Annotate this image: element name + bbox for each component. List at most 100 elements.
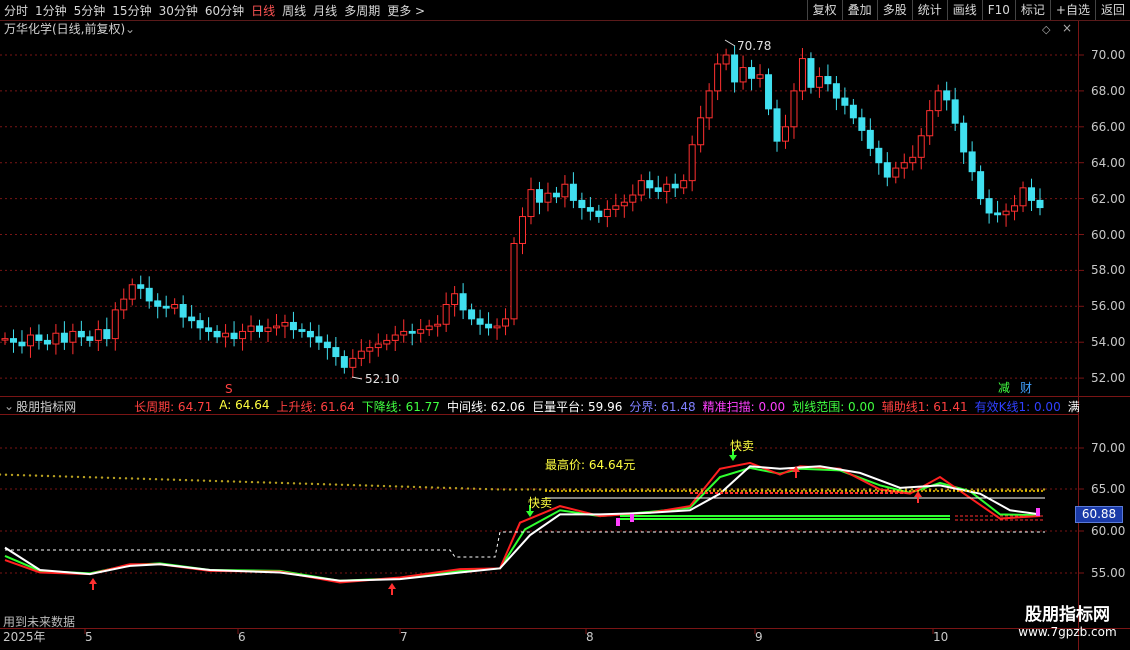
- candle-body: [60, 332, 68, 343]
- candle-body: [137, 284, 145, 289]
- candle-body: [773, 108, 781, 142]
- period-tab[interactable]: 月线: [313, 2, 337, 19]
- trend-dot: [358, 484, 362, 487]
- trend-dot: [388, 485, 392, 488]
- trend-dot: [130, 477, 134, 480]
- trend-dot: [754, 488, 758, 491]
- candle-body: [315, 336, 323, 343]
- up-arrow-icon: [89, 578, 97, 590]
- candle-body: [77, 330, 85, 338]
- chevron-down-icon[interactable]: ⌄: [125, 22, 135, 36]
- candle-body: [196, 320, 204, 329]
- candle-body: [960, 122, 968, 153]
- toolbar-button[interactable]: 返回: [1094, 0, 1130, 20]
- candle-body: [213, 330, 221, 338]
- candle-body: [561, 183, 569, 198]
- candle-body: [256, 325, 264, 332]
- period-tab[interactable]: 60分钟: [205, 2, 244, 19]
- trend-dot: [136, 477, 140, 480]
- toolbar-button[interactable]: 叠加: [841, 0, 877, 20]
- candle-body: [145, 287, 153, 302]
- candle-body: [849, 104, 857, 119]
- trend-dot: [274, 481, 278, 485]
- candle-body: [951, 99, 959, 124]
- candle-body: [468, 309, 476, 320]
- candle-body: [442, 304, 450, 325]
- period-tab[interactable]: 分时: [4, 2, 28, 19]
- candle-body: [230, 332, 238, 340]
- trend-dot: [52, 474, 56, 478]
- trend-dot: [766, 488, 770, 491]
- period-tab[interactable]: 周线: [282, 2, 306, 19]
- trend-dot: [436, 486, 440, 489]
- badge-cai[interactable]: 财: [1020, 381, 1032, 395]
- white-line: [4, 465, 1041, 582]
- toolbar-button[interactable]: 多股: [876, 0, 912, 20]
- trend-dot: [292, 482, 296, 485]
- s-marker: S: [225, 382, 233, 396]
- trend-dot: [400, 485, 404, 488]
- candle-body: [451, 293, 459, 306]
- toolbar-button[interactable]: F10: [981, 0, 1015, 20]
- period-tab[interactable]: 30分钟: [159, 2, 198, 19]
- trend-dot: [460, 487, 464, 490]
- toolbar-button[interactable]: 统计: [911, 0, 947, 20]
- candle-body: [688, 144, 696, 182]
- trend-dot: [208, 479, 212, 483]
- diamond-icon[interactable]: ◇: [1042, 23, 1050, 37]
- trend-dot: [478, 487, 482, 491]
- price-axis-label: 64.00: [1091, 155, 1126, 170]
- candle-body: [1011, 205, 1019, 212]
- trend-dot: [550, 488, 554, 491]
- candle-body: [111, 309, 119, 340]
- trend-dot: [466, 487, 470, 490]
- period-tab[interactable]: 多周期: [344, 2, 380, 19]
- trend-dot: [718, 488, 722, 491]
- candle-body: [247, 325, 255, 332]
- price-axis-label: 60.00: [1091, 227, 1126, 242]
- candle-body: [680, 180, 688, 189]
- price-axis-label: 66.00: [1091, 119, 1126, 134]
- trend-dot: [670, 488, 674, 491]
- trend-dot: [346, 483, 350, 487]
- trend-dot: [472, 487, 476, 490]
- candle-body: [552, 192, 560, 198]
- chevron-down-icon[interactable]: ⌄: [4, 399, 14, 413]
- candle-body: [586, 207, 594, 212]
- candle-body: [272, 325, 280, 329]
- period-tab[interactable]: 15分钟: [112, 2, 151, 19]
- trend-dot: [1006, 488, 1010, 491]
- scan-marker: [630, 514, 634, 522]
- trend-dot: [862, 488, 866, 491]
- trend-dot: [244, 480, 248, 484]
- up-arrow-icon: [914, 491, 922, 503]
- trend-dot: [646, 488, 650, 491]
- close-icon[interactable]: ×: [1062, 21, 1072, 35]
- platform-line: [5, 531, 1045, 558]
- period-tab[interactable]: 更多 >: [387, 2, 425, 19]
- toolbar-button[interactable]: 画线: [946, 0, 982, 20]
- candle-body: [205, 327, 213, 332]
- trend-dot: [910, 488, 914, 491]
- candle-body: [943, 90, 951, 101]
- trend-dot: [634, 488, 638, 491]
- trend-dot: [196, 479, 200, 482]
- trend-dot: [574, 488, 578, 491]
- candle-body: [620, 201, 628, 207]
- toolbar-button[interactable]: 标记: [1014, 0, 1050, 20]
- trend-dot: [70, 475, 74, 478]
- trend-dot: [124, 477, 128, 480]
- candle-body: [18, 341, 26, 347]
- toolbar-button[interactable]: +自选: [1049, 0, 1095, 20]
- period-tab[interactable]: 1分钟: [35, 2, 67, 19]
- trend-dot: [94, 476, 98, 479]
- candle-body: [128, 284, 136, 300]
- top-toolbar: 分时 1分钟 5分钟 15分钟 30分钟 60分钟 日线 周线 月线 多周期 更多 > 复权 叠加 多股…: [0, 0, 1130, 21]
- candle-body: [968, 151, 976, 173]
- period-tab[interactable]: 5分钟: [74, 2, 106, 19]
- period-tab[interactable]: 日线: [251, 2, 275, 19]
- toolbar-button[interactable]: 复权: [806, 0, 842, 20]
- scan-marker: [616, 518, 620, 526]
- badge-jian[interactable]: 减: [998, 381, 1010, 395]
- candle-body: [637, 180, 645, 196]
